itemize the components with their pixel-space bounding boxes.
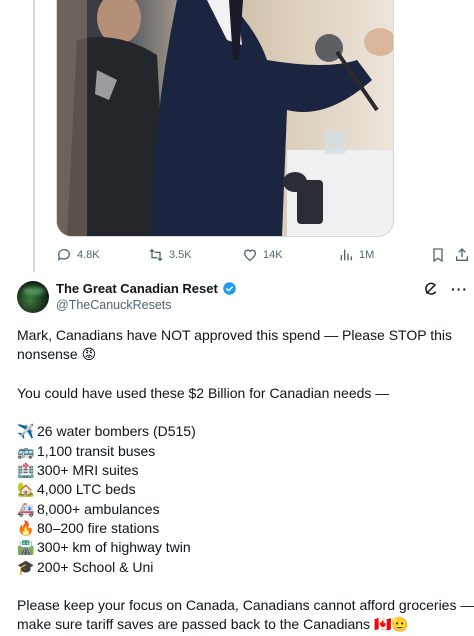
tweet-top-actions: ··· xyxy=(423,281,468,297)
like-count: 14K xyxy=(263,249,283,261)
graduation-cap-icon: 🎓 xyxy=(17,558,35,575)
tweet-action-bar: 4.8K 3.5K 14K 1M xyxy=(56,244,474,266)
airplane-icon: ✈️ xyxy=(17,423,35,440)
verified-badge-icon xyxy=(223,282,236,295)
share-button[interactable] xyxy=(454,244,470,266)
tweet-text: Mark, Canadians have NOT approved this s… xyxy=(17,326,474,635)
list-item: 🏡 4,000 LTC beds xyxy=(17,480,472,499)
text-line: make sure tariff saves are passed back t… xyxy=(17,616,409,633)
list-item: ✈️ 26 water bombers (D515) xyxy=(17,422,472,441)
list-item: 🏥 300+ MRI suites xyxy=(17,461,472,480)
text-line: Please keep your focus on Canada, Canadi… xyxy=(17,597,474,614)
fire-icon: 🔥 xyxy=(17,519,35,536)
text-line: Mark, Canadians have NOT approved this s… xyxy=(17,327,453,343)
views-button[interactable]: 1M xyxy=(338,244,374,266)
house-icon: 🏡 xyxy=(17,481,35,498)
author-name-row[interactable]: The Great Canadian Reset xyxy=(56,281,237,296)
repost-icon xyxy=(149,248,163,262)
saluting-face-emoji: 🫡 xyxy=(391,616,409,633)
list-item: 🚑 8,000+ ambulances xyxy=(17,500,472,519)
grok-icon[interactable] xyxy=(423,281,439,297)
highway-icon: 🛣️ xyxy=(17,539,35,556)
tweet-media-photo[interactable] xyxy=(56,0,394,237)
bookmark-button[interactable] xyxy=(430,244,446,266)
hospital-icon: 🏥 xyxy=(17,462,35,479)
analytics-icon xyxy=(340,249,352,261)
author-handle[interactable]: @TheCanuckResets xyxy=(56,298,172,312)
list-item: 🛣️ 300+ km of highway twin xyxy=(17,538,472,557)
display-name[interactable]: The Great Canadian Reset xyxy=(56,281,218,296)
thread-connector-line xyxy=(33,0,35,272)
list-item: 🔥 80–200 fire stations xyxy=(17,519,472,538)
avatar[interactable] xyxy=(17,281,49,313)
list-item: 🎓 200+ School & Uni xyxy=(17,558,472,577)
list-item: 🚌 1,100 transit buses xyxy=(17,442,472,461)
ambulance-icon: 🚑 xyxy=(17,500,35,517)
canada-flag-emoji: 🇨🇦 xyxy=(373,616,392,633)
text-line: You could have used these $2 Billion for… xyxy=(17,384,390,401)
repost-count: 3.5K xyxy=(169,249,192,261)
reply-button[interactable]: 4.8K xyxy=(56,244,100,266)
more-options-icon[interactable]: ··· xyxy=(451,281,468,297)
reply-icon xyxy=(57,249,70,261)
heart-icon xyxy=(243,249,257,262)
view-count: 1M xyxy=(359,249,375,261)
bookmark-icon xyxy=(433,248,443,263)
repost-button[interactable]: 3.5K xyxy=(148,244,192,266)
like-button[interactable]: 14K xyxy=(242,244,283,266)
reply-count: 4.8K xyxy=(77,249,100,261)
text-line: nonsense 😡 xyxy=(17,346,97,363)
angry-face-emoji: 😡 xyxy=(81,346,97,363)
bus-icon: 🚌 xyxy=(17,442,35,459)
share-icon xyxy=(456,248,468,261)
